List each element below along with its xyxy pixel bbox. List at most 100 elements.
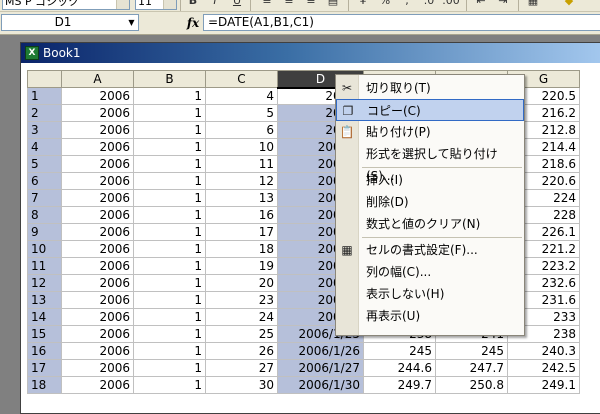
- cell-a4[interactable]: 2006: [61, 138, 134, 156]
- cell-b18[interactable]: 1: [133, 376, 206, 394]
- cell-b9[interactable]: 1: [133, 223, 206, 241]
- cell-d18[interactable]: 2006/1/30: [277, 376, 364, 394]
- menu-item[interactable]: 数式と値のクリア(N): [336, 213, 524, 235]
- decrease-decimal-icon[interactable]: .00: [442, 0, 460, 9]
- cell-c13[interactable]: 23: [205, 291, 278, 309]
- menu-item[interactable]: 表示しない(H): [336, 283, 524, 305]
- cell-b17[interactable]: 1: [133, 359, 206, 377]
- row-header[interactable]: 13: [27, 291, 62, 309]
- cell-c18[interactable]: 30: [205, 376, 278, 394]
- chevron-down-icon[interactable]: [116, 0, 129, 9]
- menu-item[interactable]: 📋 貼り付け(P): [336, 121, 524, 143]
- row-header[interactable]: 17: [27, 359, 62, 377]
- row-header[interactable]: 9: [27, 223, 62, 241]
- cell-a6[interactable]: 2006: [61, 172, 134, 190]
- row-header[interactable]: 6: [27, 172, 62, 190]
- cell-a13[interactable]: 2006: [61, 291, 134, 309]
- row-header[interactable]: 15: [27, 325, 62, 343]
- row-header[interactable]: 11: [27, 257, 62, 275]
- cell-b5[interactable]: 1: [133, 155, 206, 173]
- menu-item[interactable]: 列の幅(C)...: [336, 261, 524, 283]
- cell-c7[interactable]: 13: [205, 189, 278, 207]
- cell-e16[interactable]: 245: [363, 342, 436, 360]
- cell-g18[interactable]: 249.1: [507, 376, 580, 394]
- column-header-b[interactable]: B: [133, 70, 206, 88]
- cell-a14[interactable]: 2006: [61, 308, 134, 326]
- row-header[interactable]: 18: [27, 376, 62, 394]
- cell-g17[interactable]: 242.5: [507, 359, 580, 377]
- cell-b14[interactable]: 1: [133, 308, 206, 326]
- row-header[interactable]: 2: [27, 104, 62, 122]
- name-box[interactable]: D1 ▼: [1, 14, 139, 31]
- cell-a3[interactable]: 2006: [61, 121, 134, 139]
- increase-decimal-icon[interactable]: .0: [420, 0, 438, 9]
- cell-a18[interactable]: 2006: [61, 376, 134, 394]
- cell-a5[interactable]: 2006: [61, 155, 134, 173]
- cell-e18[interactable]: 249.7: [363, 376, 436, 394]
- cell-c14[interactable]: 24: [205, 308, 278, 326]
- workbook-titlebar[interactable]: X Book1: [21, 43, 600, 63]
- menu-item[interactable]: 挿入(I): [336, 169, 524, 191]
- cell-b3[interactable]: 1: [133, 121, 206, 139]
- cell-b16[interactable]: 1: [133, 342, 206, 360]
- row-header[interactable]: 16: [27, 342, 62, 360]
- currency-icon[interactable]: ¥: [354, 0, 372, 9]
- cell-a8[interactable]: 2006: [61, 206, 134, 224]
- cell-c17[interactable]: 27: [205, 359, 278, 377]
- cell-a16[interactable]: 2006: [61, 342, 134, 360]
- cell-c6[interactable]: 12: [205, 172, 278, 190]
- menu-item[interactable]: ▦ セルの書式設定(F)...: [336, 239, 524, 261]
- align-right-icon[interactable]: ≡: [302, 0, 320, 9]
- menu-item[interactable]: 形式を選択して貼り付け(S)...: [336, 143, 524, 183]
- menu-item[interactable]: 再表示(U): [336, 305, 524, 327]
- menu-item[interactable]: 削除(D): [336, 191, 524, 213]
- fill-color-icon[interactable]: ◆: [560, 0, 578, 9]
- cell-c11[interactable]: 19: [205, 257, 278, 275]
- cell-f17[interactable]: 247.7: [435, 359, 508, 377]
- cell-c5[interactable]: 11: [205, 155, 278, 173]
- menu-item[interactable]: ✂ 切り取り(T): [336, 77, 524, 99]
- cell-a17[interactable]: 2006: [61, 359, 134, 377]
- cell-a15[interactable]: 2006: [61, 325, 134, 343]
- align-left-icon[interactable]: ≡: [258, 0, 276, 9]
- cell-b10[interactable]: 1: [133, 240, 206, 258]
- increase-indent-icon[interactable]: ⇥: [494, 0, 512, 9]
- cell-a2[interactable]: 2006: [61, 104, 134, 122]
- cell-d16[interactable]: 2006/1/26: [277, 342, 364, 360]
- chevron-down-icon[interactable]: [163, 0, 176, 9]
- cell-a12[interactable]: 2006: [61, 274, 134, 292]
- row-header[interactable]: 4: [27, 138, 62, 156]
- underline-button[interactable]: U: [228, 0, 246, 9]
- column-header-c[interactable]: C: [205, 70, 278, 88]
- column-header-a[interactable]: A: [61, 70, 134, 88]
- cell-b7[interactable]: 1: [133, 189, 206, 207]
- font-name-combo[interactable]: MS P ゴシック: [2, 0, 130, 10]
- align-center-icon[interactable]: ≡: [280, 0, 298, 9]
- cell-a11[interactable]: 2006: [61, 257, 134, 275]
- cell-f16[interactable]: 245: [435, 342, 508, 360]
- cell-c4[interactable]: 10: [205, 138, 278, 156]
- menu-item[interactable]: ❐ コピー(C): [336, 99, 524, 121]
- row-header[interactable]: 14: [27, 308, 62, 326]
- formula-input[interactable]: =DATE(A1,B1,C1): [203, 14, 600, 31]
- cell-c2[interactable]: 5: [205, 104, 278, 122]
- cell-b8[interactable]: 1: [133, 206, 206, 224]
- cell-c16[interactable]: 26: [205, 342, 278, 360]
- borders-icon[interactable]: ▦: [524, 0, 542, 9]
- cell-c9[interactable]: 17: [205, 223, 278, 241]
- cell-c15[interactable]: 25: [205, 325, 278, 343]
- cell-b1[interactable]: 1: [133, 87, 206, 105]
- row-header[interactable]: 12: [27, 274, 62, 292]
- cell-a7[interactable]: 2006: [61, 189, 134, 207]
- decrease-indent-icon[interactable]: ⇤: [472, 0, 490, 9]
- chevron-down-icon[interactable]: ▼: [125, 15, 138, 30]
- select-all-corner[interactable]: [27, 70, 62, 88]
- cell-b15[interactable]: 1: [133, 325, 206, 343]
- cell-a10[interactable]: 2006: [61, 240, 134, 258]
- bold-button[interactable]: B: [184, 0, 202, 9]
- row-header[interactable]: 7: [27, 189, 62, 207]
- cell-g16[interactable]: 240.3: [507, 342, 580, 360]
- italic-button[interactable]: I: [206, 0, 224, 9]
- font-size-combo[interactable]: 11: [135, 0, 177, 10]
- cell-b2[interactable]: 1: [133, 104, 206, 122]
